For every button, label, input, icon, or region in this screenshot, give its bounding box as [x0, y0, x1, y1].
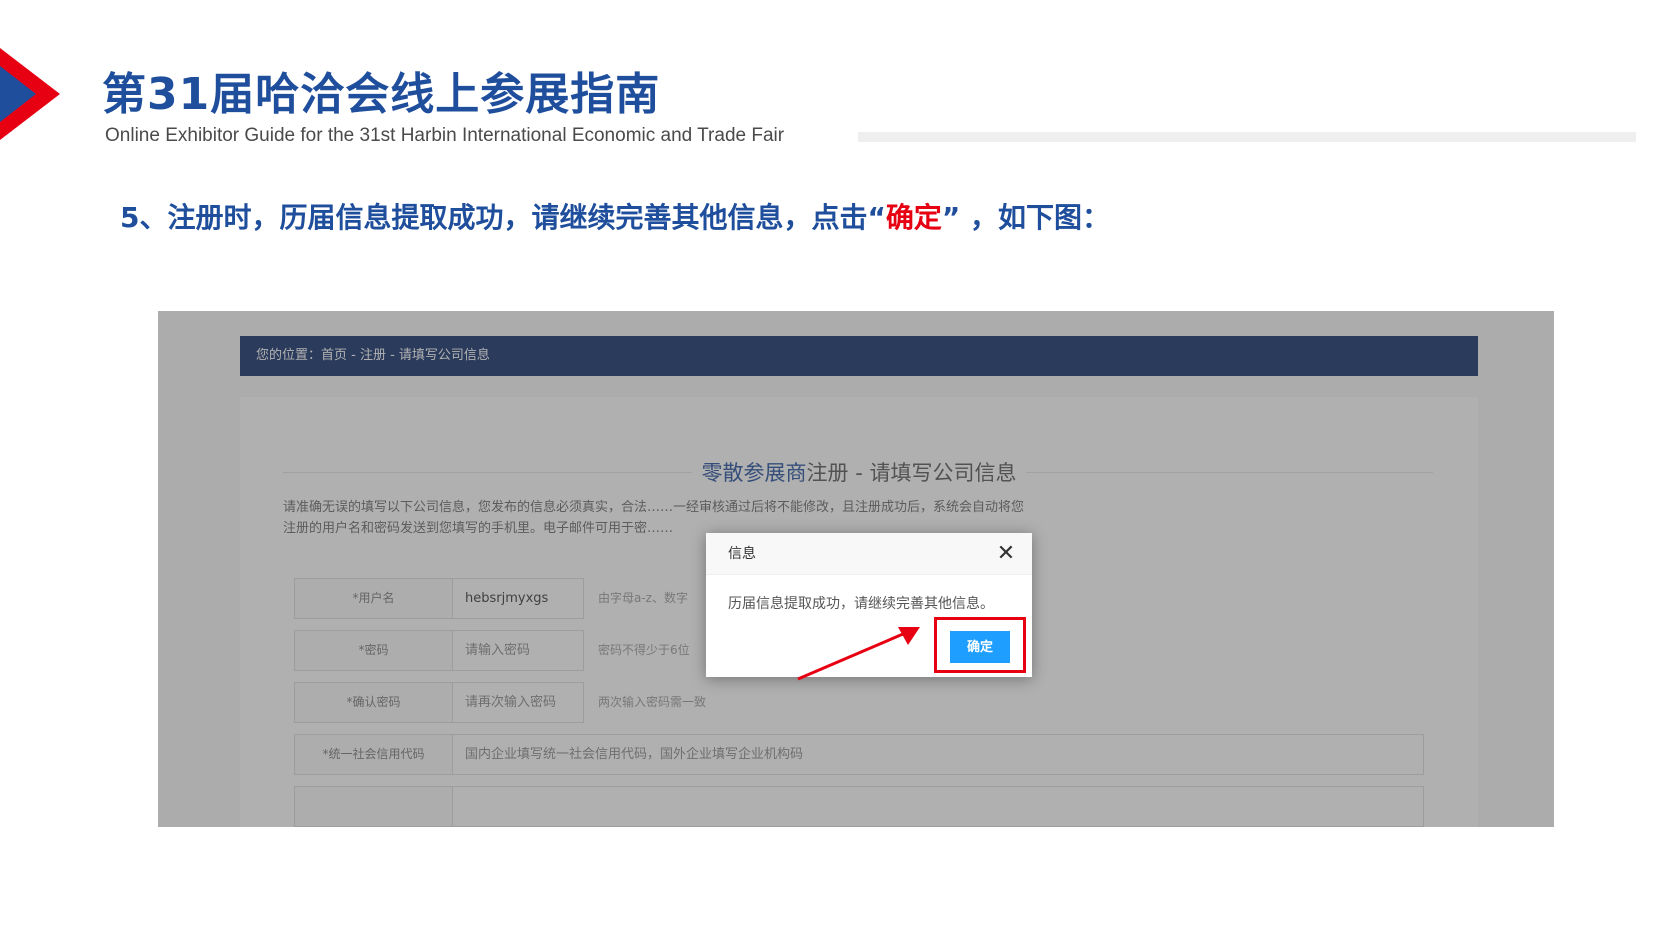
guide-page: 第31届哈洽会线上参展指南 Online Exhibitor Guide for… — [0, 0, 1680, 945]
fair-logo-mark — [0, 48, 60, 140]
page-subtitle: Online Exhibitor Guide for the 31st Harb… — [105, 125, 785, 146]
pointer-arrow-icon — [797, 627, 920, 681]
step-prefix: 5、注册时，历届信息提取成功，请继续完善其他信息，点击“ — [120, 201, 886, 234]
title-divider — [858, 132, 1636, 142]
step-instruction: 5、注册时，历届信息提取成功，请继续完善其他信息，点击“确定” ，如下图： — [120, 196, 1110, 236]
confirm-button[interactable]: 确定 — [950, 631, 1010, 663]
step-suffix: ” ，如下图： — [941, 201, 1111, 234]
step-highlight: 确定 — [885, 201, 942, 234]
dialog-header: 信息 ✕ — [706, 533, 1032, 575]
page-title: 第31届哈洽会线上参展指南 — [102, 69, 661, 120]
dialog-message: 历届信息提取成功，请继续完善其他信息。 — [728, 596, 994, 612]
registration-screenshot: 您的位置：首页 - 注册 - 请填写公司信息 零散参展商注册 - 请填写公司信息… — [158, 311, 1554, 827]
close-icon[interactable]: ✕ — [994, 542, 1018, 566]
dialog-title: 信息 — [728, 546, 756, 562]
